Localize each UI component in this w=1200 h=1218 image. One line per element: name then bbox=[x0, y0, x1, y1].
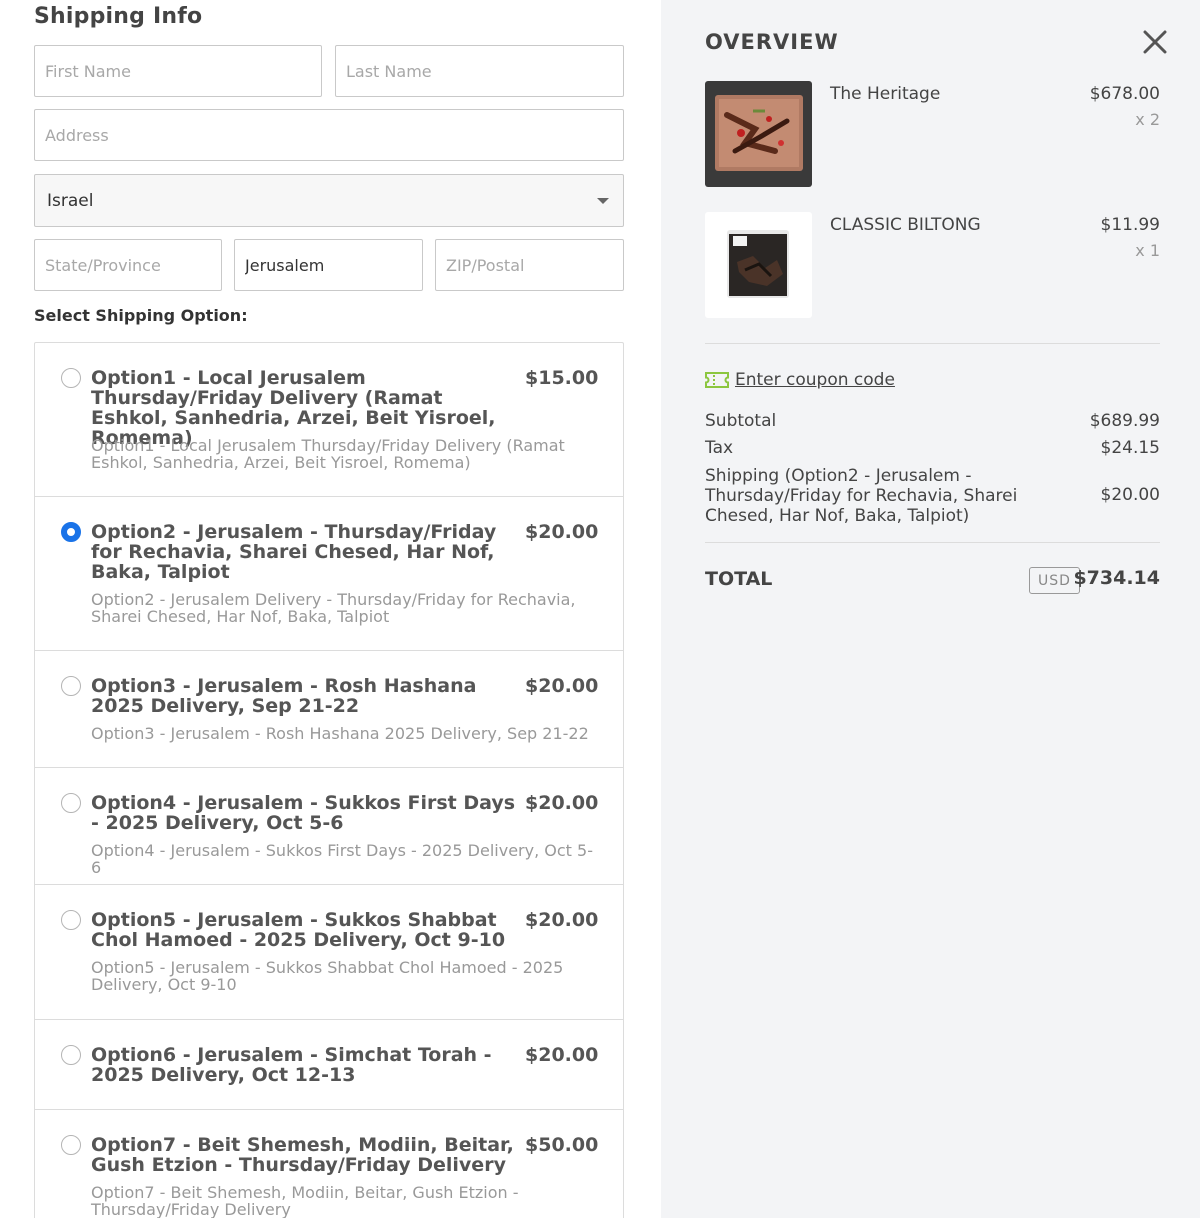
option-title: Option2 - Jerusalem - Thursday/Friday fo… bbox=[91, 521, 497, 583]
item-name: CLASSIC BILTONG bbox=[830, 215, 981, 235]
zip-input[interactable] bbox=[435, 239, 624, 291]
subtotal-label: Subtotal bbox=[705, 411, 777, 431]
item-quantity: x 1 bbox=[1135, 241, 1160, 260]
option-description: Option3 - Jerusalem - Rosh Hashana 2025 … bbox=[91, 724, 589, 743]
option-description: Option4 - Jerusalem - Sukkos First Days … bbox=[91, 841, 593, 877]
shipping-option-4[interactable]: Option4 - Jerusalem - Sukkos First Days … bbox=[35, 768, 623, 885]
close-icon bbox=[1143, 30, 1167, 54]
product-image-biltong bbox=[705, 212, 812, 318]
shipping-option-7[interactable]: Option7 - Beit Shemesh, Modiin, Beitar, … bbox=[35, 1110, 623, 1218]
total-value: $734.14 bbox=[1073, 567, 1160, 589]
option-title: Option4 - Jerusalem - Sukkos First Days … bbox=[91, 792, 516, 834]
order-overview: OVERVIEW The Heritage $678.00 x 2 CLASSI… bbox=[661, 0, 1200, 1218]
tax-value: $24.15 bbox=[1100, 438, 1160, 458]
section-title: Shipping Info bbox=[34, 4, 203, 29]
coupon-link[interactable]: Enter coupon code bbox=[735, 370, 895, 390]
total-label: TOTAL bbox=[705, 568, 773, 590]
shipping-option-label: Select Shipping Option: bbox=[34, 306, 248, 325]
option-price: $20.00 bbox=[525, 792, 599, 814]
state-input[interactable] bbox=[34, 239, 222, 291]
ticket-icon bbox=[705, 372, 729, 388]
option-description: Option5 - Jerusalem - Sukkos Shabbat Cho… bbox=[91, 958, 564, 994]
last-name-input[interactable] bbox=[335, 45, 624, 97]
tax-label: Tax bbox=[705, 438, 734, 458]
option-title: Option7 - Beit Shemesh, Modiin, Beitar, … bbox=[91, 1134, 514, 1176]
shipping-option-3[interactable]: Option3 - Jerusalem - Rosh Hashana 2025 … bbox=[35, 651, 623, 768]
shipping-option-2[interactable]: Option2 - Jerusalem - Thursday/Friday fo… bbox=[35, 497, 623, 651]
radio-option-2[interactable] bbox=[61, 522, 81, 542]
radio-option-4[interactable] bbox=[61, 793, 81, 813]
currency-badge: USD bbox=[1029, 567, 1080, 594]
shipping-option-6[interactable]: Option6 - Jerusalem - Simchat Torah - 20… bbox=[35, 1020, 623, 1110]
shipping-option-1[interactable]: Option1 - Local Jerusalem Thursday/Frida… bbox=[35, 343, 623, 497]
country-select-value: Israel bbox=[47, 190, 94, 211]
item-name: The Heritage bbox=[830, 84, 941, 104]
close-button[interactable] bbox=[1141, 28, 1169, 56]
radio-option-5[interactable] bbox=[61, 910, 81, 930]
divider bbox=[705, 542, 1160, 543]
chevron-down-icon bbox=[597, 198, 609, 204]
option-price: $20.00 bbox=[525, 521, 599, 543]
radio-option-1[interactable] bbox=[61, 368, 81, 388]
option-price: $50.00 bbox=[525, 1134, 599, 1156]
coupon-row[interactable]: Enter coupon code bbox=[705, 370, 895, 390]
divider bbox=[705, 343, 1160, 344]
option-price: $20.00 bbox=[525, 1044, 599, 1066]
shipping-form: Shipping Info Israel Select Shipping Opt… bbox=[0, 0, 661, 1218]
option-description: Option1 - Local Jerusalem Thursday/Frida… bbox=[91, 436, 565, 472]
radio-option-7[interactable] bbox=[61, 1135, 81, 1155]
address-input[interactable] bbox=[34, 109, 624, 161]
shipping-options-list: Option1 - Local Jerusalem Thursday/Frida… bbox=[34, 342, 624, 1218]
shipping-value: $20.00 bbox=[1100, 485, 1160, 505]
radio-option-6[interactable] bbox=[61, 1045, 81, 1065]
option-title: Option5 - Jerusalem - Sukkos Shabbat Cho… bbox=[91, 909, 506, 951]
item-price: $678.00 bbox=[1089, 84, 1160, 104]
city-input[interactable] bbox=[234, 239, 423, 291]
shipping-label: Shipping (Option2 - Jerusalem - Thursday… bbox=[705, 466, 1018, 526]
radio-option-3[interactable] bbox=[61, 676, 81, 696]
option-title: Option3 - Jerusalem - Rosh Hashana 2025 … bbox=[91, 675, 477, 717]
item-price: $11.99 bbox=[1100, 215, 1160, 235]
option-description: Option2 - Jerusalem Delivery - Thursday/… bbox=[91, 590, 576, 626]
country-select[interactable]: Israel bbox=[34, 174, 624, 227]
overview-title: OVERVIEW bbox=[705, 30, 839, 54]
product-image-heritage bbox=[705, 81, 812, 187]
option-title: Option6 - Jerusalem - Simchat Torah - 20… bbox=[91, 1044, 492, 1086]
option-price: $15.00 bbox=[525, 367, 599, 389]
shipping-option-5[interactable]: Option5 - Jerusalem - Sukkos Shabbat Cho… bbox=[35, 885, 623, 1020]
option-description: Option7 - Beit Shemesh, Modiin, Beitar, … bbox=[91, 1183, 519, 1218]
item-quantity: x 2 bbox=[1135, 110, 1160, 129]
first-name-input[interactable] bbox=[34, 45, 322, 97]
option-price: $20.00 bbox=[525, 909, 599, 931]
subtotal-value: $689.99 bbox=[1089, 411, 1160, 431]
option-price: $20.00 bbox=[525, 675, 599, 697]
